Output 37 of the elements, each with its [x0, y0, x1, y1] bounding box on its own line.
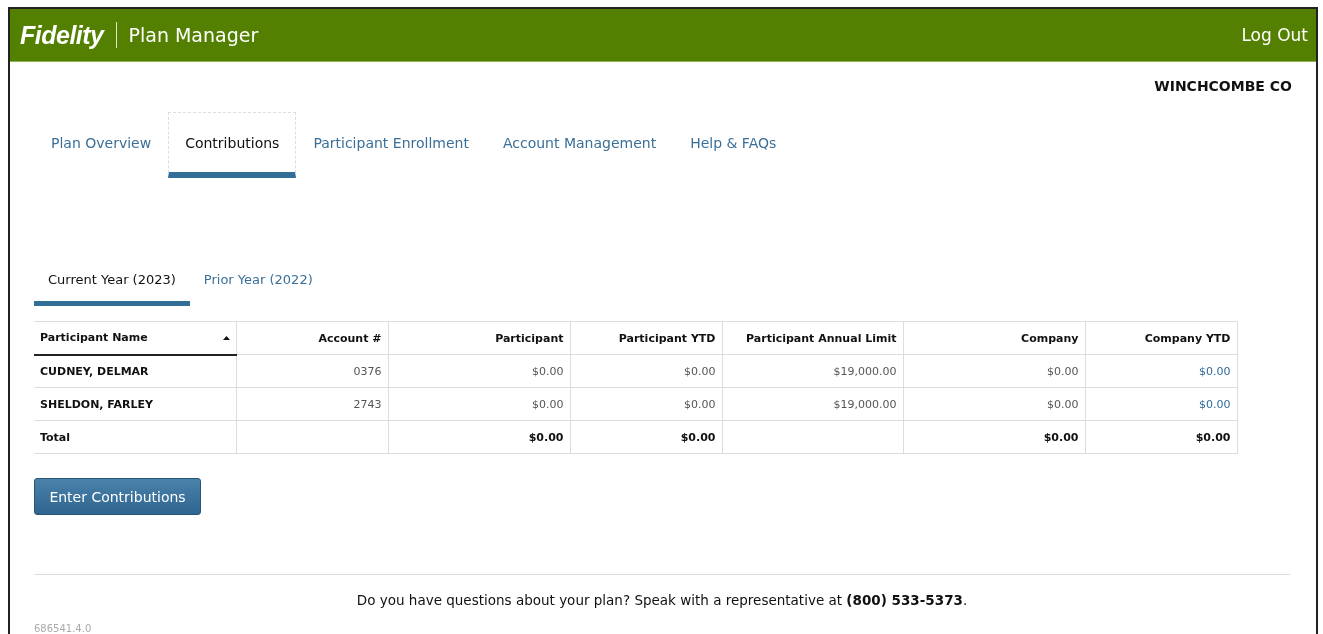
- amount-cell: $0.00: [684, 397, 716, 411]
- amount-cell: $0.00: [1195, 430, 1231, 444]
- enter-contributions-button[interactable]: Enter Contributions: [34, 478, 201, 515]
- nav-tab[interactable]: Contributions: [168, 112, 297, 178]
- amount-cell: $0.00: [684, 364, 716, 378]
- column-header[interactable]: Company: [1021, 331, 1079, 345]
- amount-cell: $0.00: [532, 397, 564, 411]
- nav-tab[interactable]: Participant Enrollment: [296, 112, 486, 178]
- sort-ascending-icon[interactable]: [222, 335, 230, 340]
- column-header[interactable]: Participant: [495, 331, 564, 345]
- year-tab[interactable]: Current Year (2023): [34, 272, 190, 306]
- fidelity-logo: Fidelity: [20, 20, 104, 50]
- participant-name: CUDNEY, DELMAR: [40, 364, 149, 378]
- amount-cell: $0.00: [680, 430, 716, 444]
- amount-cell: $19,000.00: [833, 397, 897, 411]
- app-title: Plan Manager: [128, 24, 259, 46]
- log-out-link[interactable]: Log Out: [1241, 25, 1308, 45]
- amount-cell[interactable]: $0.00: [1199, 397, 1231, 411]
- amount-cell: $0.00: [1043, 430, 1079, 444]
- amount-cell: 0376: [353, 364, 382, 378]
- support-message: Do you have questions about your plan? Speak with a representative at (800) 533-5373.: [355, 591, 969, 608]
- participant-name: SHELDON, FARLEY: [40, 397, 154, 411]
- amount-cell: $0.00: [1047, 397, 1079, 411]
- amount-cell: $0.00: [1047, 364, 1079, 378]
- column-header[interactable]: Account #: [318, 331, 382, 345]
- company-name: WINCHCOMBE CO: [1154, 78, 1292, 96]
- amount-cell: $0.00: [532, 364, 564, 378]
- amount-cell: 2743: [353, 397, 382, 411]
- amount-cell: $19,000.00: [833, 364, 897, 378]
- nav-tab[interactable]: Account Management: [485, 112, 674, 178]
- amount-cell[interactable]: $0.00: [1199, 364, 1231, 378]
- amount-cell: $0.00: [528, 430, 564, 444]
- total-label: Total: [40, 430, 71, 444]
- year-tab[interactable]: Prior Year (2022): [189, 272, 327, 306]
- nav-tab[interactable]: Plan Overview: [34, 112, 169, 178]
- nav-tab[interactable]: Help & FAQs: [673, 112, 794, 178]
- version-number: 686541.4.0: [34, 623, 93, 634]
